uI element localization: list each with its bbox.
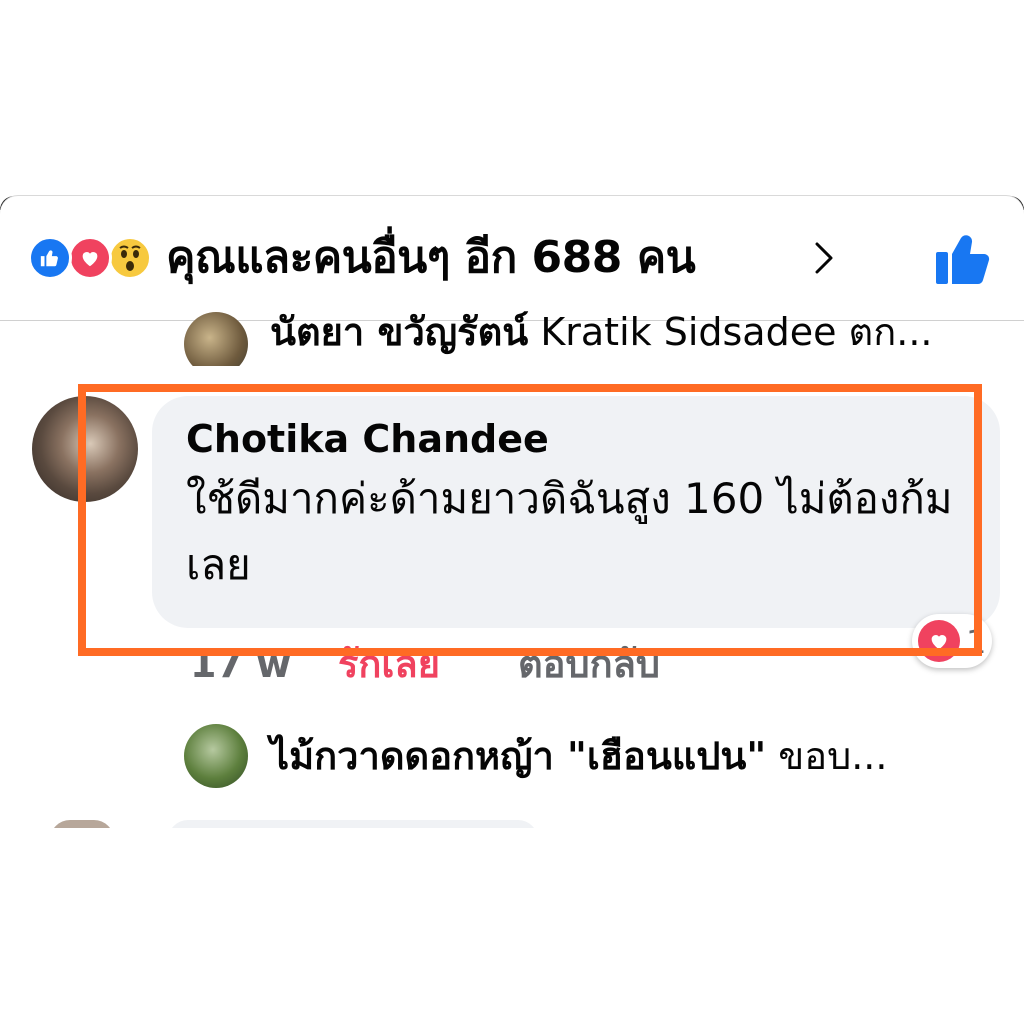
comment-author[interactable]: นัตยา ขวัญรัตน์	[270, 310, 528, 354]
reaction-count: 1	[966, 623, 987, 661]
love-icon	[68, 236, 112, 280]
comment-actions: 17 w รักเลย ตอบกลับ	[190, 636, 750, 684]
love-reaction-button[interactable]: รักเลย	[338, 642, 440, 684]
reactions-summary: คุณและคนอื่นๆ อีก 688 คน	[166, 232, 696, 283]
comment-row: นัตยา ขวัญรัตน์ Kratik Sidsadee ตก...	[0, 306, 1024, 366]
reaction-icons	[28, 236, 158, 280]
comment-author[interactable]: Chotika Chandee	[186, 414, 966, 464]
wow-icon	[108, 236, 152, 280]
comment-bubble[interactable]: Chotika Chandee ใช้ดีมากค่ะด้ามยาวดิฉันส…	[152, 396, 1000, 628]
comment-text: ขอบ...	[778, 734, 888, 778]
comments-sheet: คุณและคนอื่นๆ อีก 688 คน นัตยา ขวัญรัตน์…	[0, 196, 1024, 828]
comment-text: ใช้ดีมากค่ะด้ามยาวดิฉันสูง 160 ไม่ต้องก้…	[186, 474, 953, 589]
reactions-header[interactable]: คุณและคนอื่นๆ อีก 688 คน	[0, 196, 1024, 321]
chevron-right-icon	[815, 242, 833, 274]
reply-button[interactable]: ตอบกลับ	[518, 642, 660, 684]
comment-preview[interactable]: นัตยา ขวัญรัตน์ Kratik Sidsadee ตก...	[270, 308, 932, 356]
comment-preview[interactable]: ไม้กวาดดอกหญ้า "เฮือนแปน" ขอบ...	[270, 726, 887, 786]
like-button-icon[interactable]	[934, 230, 994, 286]
avatar[interactable]	[50, 820, 114, 828]
comment-timestamp[interactable]: 17 w	[190, 642, 291, 684]
love-icon	[918, 620, 960, 662]
comment-author[interactable]: ไม้กวาดดอกหญ้า "เฮือนแปน"	[270, 734, 766, 778]
avatar[interactable]	[32, 396, 138, 502]
like-icon	[28, 236, 72, 280]
avatar[interactable]	[184, 724, 248, 788]
comment-text: Kratik Sidsadee ตก...	[540, 310, 933, 354]
comment-bubble[interactable]	[168, 820, 538, 828]
reaction-count-badge[interactable]: 1	[912, 614, 992, 668]
avatar[interactable]	[184, 312, 248, 366]
